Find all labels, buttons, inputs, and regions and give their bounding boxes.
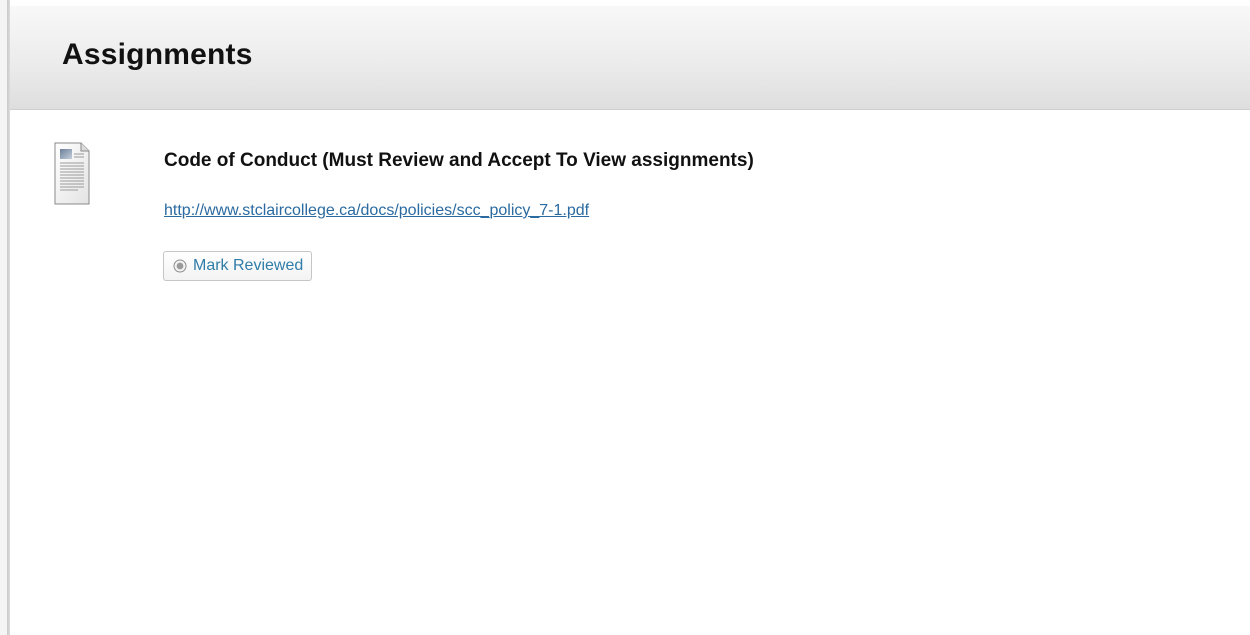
mark-reviewed-button[interactable]: Mark Reviewed (163, 251, 313, 281)
radio-unchecked-icon (173, 259, 187, 273)
page-header: Assignments (10, 6, 1250, 110)
mark-reviewed-label: Mark Reviewed (193, 257, 304, 274)
policy-pdf-link[interactable]: http://www.stclaircollege.ca/docs/polici… (164, 202, 589, 220)
document-icon (54, 142, 90, 205)
page-frame: Assignments Code of Conduct (Must Review… (0, 0, 1250, 635)
page-title: Assignments (62, 38, 253, 71)
item-title: Code of Conduct (Must Review and Accept … (164, 150, 754, 171)
left-border (0, 0, 10, 635)
